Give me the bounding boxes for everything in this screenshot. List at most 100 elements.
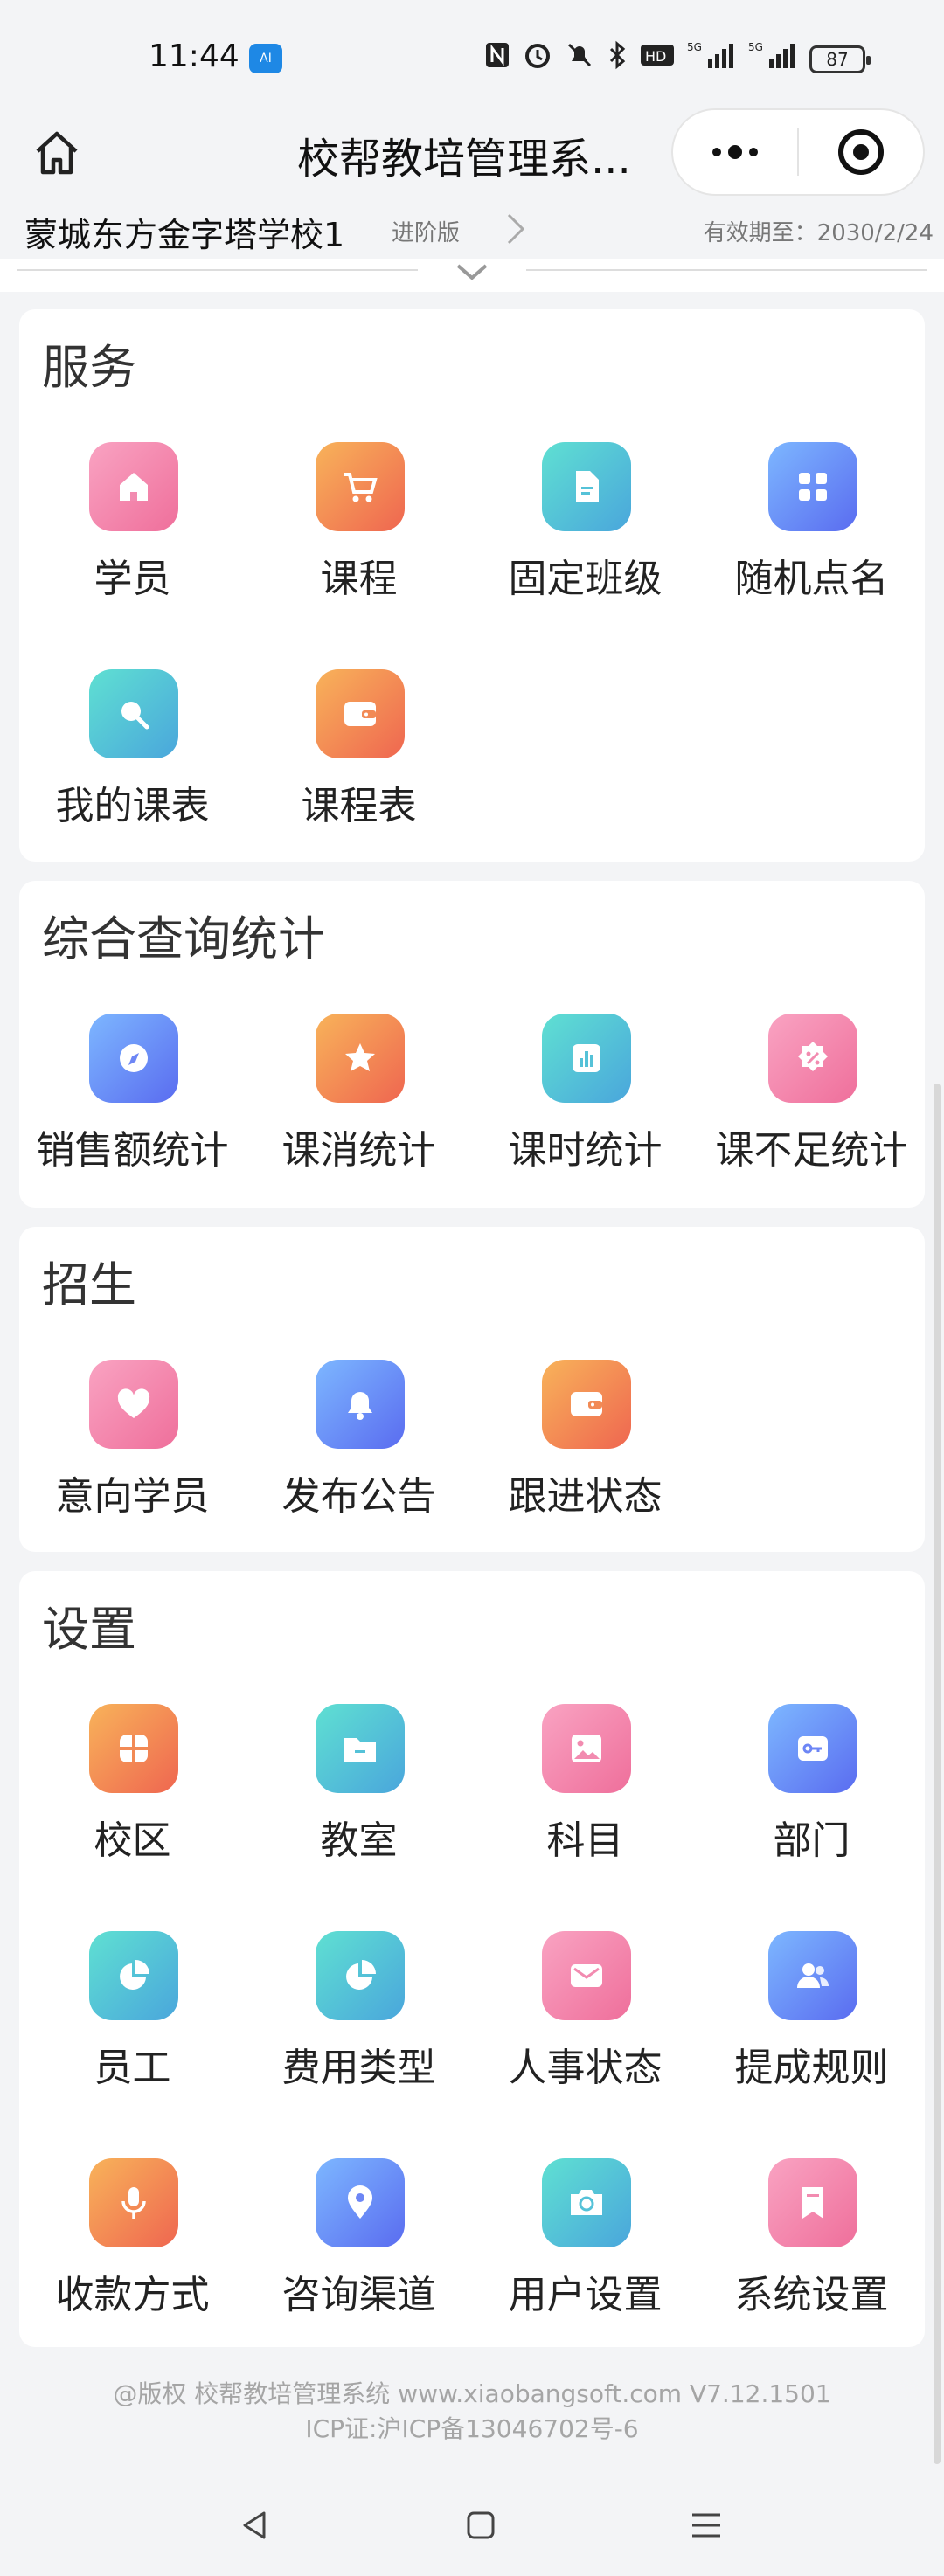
document-icon [542, 442, 631, 531]
menu-item-random-rollcall[interactable]: 随机点名 [698, 442, 925, 661]
wallet-icon [542, 1360, 631, 1449]
copyright-footer: @版权 校帮教培管理系统 www.xiaobangsoft.com V7.12.… [0, 2377, 944, 2447]
heart-icon [89, 1360, 178, 1449]
chevron-down-icon [456, 264, 488, 280]
section-title: 服务 [42, 340, 136, 395]
school-tier: 进阶版 [392, 220, 461, 246]
discount-badge-icon [768, 1014, 857, 1103]
menu-item-label: 我的课表 [55, 784, 210, 828]
menu-item-label: 费用类型 [281, 2046, 436, 2090]
school-bar[interactable]: 蒙城东方金字塔学校1 进阶版 有效期至：2030/2/24 [0, 203, 944, 259]
menu-item-class-hour-stats[interactable]: 课时统计 [472, 1014, 698, 1232]
menu-item-insufficient-lessons-stats[interactable]: 课不足统计 [698, 1014, 925, 1232]
menu-item-subject[interactable]: 科目 [472, 1704, 698, 1922]
menu-item-prospective-students[interactable]: 意向学员 [19, 1360, 246, 1578]
section-title: 综合查询统计 [42, 911, 325, 966]
status-icons: HD 5G 5G 87 [484, 40, 871, 78]
school-name: 蒙城东方金字塔学校1 [24, 216, 345, 254]
section-title: 设置 [42, 1602, 136, 1657]
close-miniprogram-button[interactable] [799, 110, 923, 194]
alarm-icon [523, 40, 552, 79]
campus-icon [89, 1704, 178, 1793]
menu-item-lesson-consumption-stats[interactable]: 课消统计 [246, 1014, 472, 1232]
hd-icon: HD [640, 42, 675, 77]
cart-icon [316, 442, 405, 531]
section-service: 服务 学员 课程 固定班级 随机点名 我的课表 课程表 [19, 309, 925, 862]
folder-icon [316, 1704, 405, 1793]
image-icon [542, 1704, 631, 1793]
nfc-icon [484, 41, 510, 78]
menu-item-label: 系统设置 [734, 2273, 889, 2317]
section-enrollment: 招生 意向学员 发布公告 跟进状态 [19, 1227, 925, 1552]
menu-item-sales-stats[interactable]: 销售额统计 [19, 1014, 246, 1232]
divider-line [526, 269, 927, 271]
menu-item-hr-status[interactable]: 人事状态 [472, 1931, 698, 2150]
menu-item-course-timetable[interactable]: 课程表 [246, 669, 472, 888]
battery-indicator: 87 [809, 45, 871, 73]
menu-item-label: 科目 [546, 1818, 624, 1863]
menu-item-label: 课不足统计 [715, 1128, 908, 1173]
collapse-toggle[interactable] [0, 259, 944, 292]
copyright-line: @版权 校帮教培管理系统 www.xiaobangsoft.com V7.12.… [113, 2379, 831, 2408]
chevron-right-icon [507, 213, 525, 245]
menu-item-user-settings[interactable]: 用户设置 [472, 2158, 698, 2377]
home-square-icon[interactable] [455, 2499, 507, 2552]
icp-license-line: ICP证:沪ICP备13046702号-6 [305, 2414, 639, 2443]
menu-item-campus[interactable]: 校区 [19, 1704, 246, 1922]
status-time: 11:44 [149, 38, 239, 74]
mute-icon [565, 40, 594, 79]
mail-icon [542, 1931, 631, 2020]
expiry-date: 有效期至：2030/2/24 [703, 220, 934, 246]
menu-item-fee-types[interactable]: 费用类型 [246, 1931, 472, 2150]
menu-item-fixed-classes[interactable]: 固定班级 [472, 442, 698, 661]
page-title: 校帮教培管理系... [297, 135, 631, 184]
menu-item-courses[interactable]: 课程 [246, 442, 472, 661]
home-icon [36, 131, 78, 175]
menu-item-commission-rules[interactable]: 提成规则 [698, 1931, 925, 2150]
home-button[interactable] [26, 122, 87, 184]
menu-item-system-settings[interactable]: 系统设置 [698, 2158, 925, 2377]
back-triangle-icon[interactable] [229, 2499, 281, 2552]
key-icon [768, 1704, 857, 1793]
grid-icon [768, 442, 857, 531]
menu-item-label: 课消统计 [281, 1128, 436, 1173]
star-icon [316, 1014, 405, 1103]
more-button[interactable] [673, 110, 797, 194]
pie-chart-icon [89, 1931, 178, 2020]
menu-item-label: 课时统计 [508, 1128, 663, 1173]
menu-item-follow-up-status[interactable]: 跟进状态 [472, 1360, 698, 1578]
miniprogram-capsule [671, 108, 925, 196]
menu-item-label: 咨询渠道 [281, 2273, 436, 2317]
menu-item-inquiry-channels[interactable]: 咨询渠道 [246, 2158, 472, 2377]
svg-text:HD: HD [645, 48, 666, 65]
menu-item-students[interactable]: 学员 [19, 442, 246, 661]
status-bar: 11:44 AI HD 5G 5G 87 [0, 0, 944, 105]
menu-item-publish-announcement[interactable]: 发布公告 [246, 1360, 472, 1578]
menu-item-label: 收款方式 [55, 2273, 210, 2317]
menu-item-label: 随机点名 [734, 557, 889, 601]
divider-line [17, 269, 418, 271]
wallet-icon [316, 669, 405, 758]
menu-item-label: 员工 [94, 2046, 171, 2090]
menu-item-label: 教室 [320, 1818, 398, 1863]
menu-item-classroom[interactable]: 教室 [246, 1704, 472, 1922]
menu-item-department[interactable]: 部门 [698, 1704, 925, 1922]
menu-item-label: 意向学员 [55, 1474, 210, 1519]
microphone-icon [89, 2158, 178, 2247]
menu-item-label: 发布公告 [281, 1474, 436, 1519]
menu-item-label: 用户设置 [508, 2273, 663, 2317]
scrollbar[interactable] [934, 1084, 941, 2464]
compass-icon [89, 1014, 178, 1103]
menu-item-payment-methods[interactable]: 收款方式 [19, 2158, 246, 2377]
menu-item-my-schedule[interactable]: 我的课表 [19, 669, 246, 888]
bell-icon [316, 1360, 405, 1449]
menu-item-label: 固定班级 [508, 557, 663, 601]
menu-item-staff[interactable]: 员工 [19, 1931, 246, 2150]
svg-text:5G: 5G [748, 41, 763, 53]
menu-lines-icon[interactable] [680, 2499, 732, 2552]
bookmark-icon [768, 2158, 857, 2247]
home-icon [89, 442, 178, 531]
menu-item-label: 提成规则 [734, 2046, 889, 2090]
menu-item-label: 部门 [773, 1818, 850, 1863]
ai-app-icon: AI [249, 44, 282, 73]
